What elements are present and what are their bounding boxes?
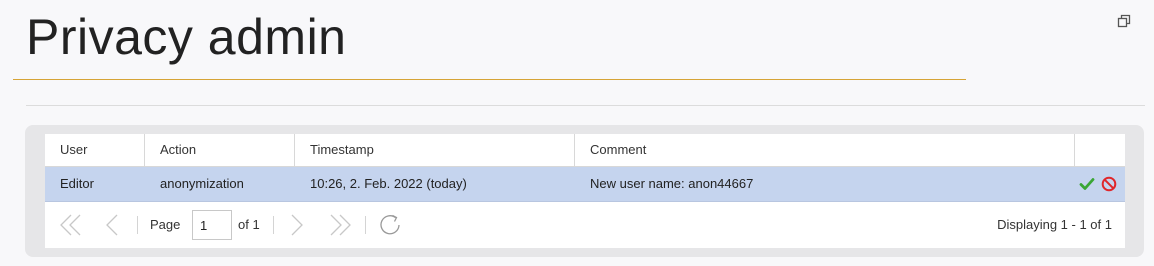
pager-separator — [137, 216, 138, 234]
page-number-input[interactable] — [192, 210, 232, 240]
cell-timestamp: 10:26, 2. Feb. 2022 (today) — [310, 176, 467, 191]
displaying-count: Displaying 1 - 1 of 1 — [997, 217, 1112, 232]
section-divider — [26, 105, 1145, 106]
first-page-icon[interactable] — [59, 214, 83, 241]
table-row[interactable]: Editor anonymization 10:26, 2. Feb. 2022… — [45, 167, 1125, 202]
last-page-icon[interactable] — [328, 214, 352, 241]
refresh-icon[interactable] — [378, 212, 404, 243]
page-total-label: of 1 — [238, 217, 260, 232]
column-header-user[interactable]: User — [45, 134, 145, 166]
column-header-action[interactable]: Action — [145, 134, 295, 166]
title-underline — [13, 79, 966, 80]
cell-comment: New user name: anon44667 — [590, 176, 754, 191]
prev-page-icon[interactable] — [104, 214, 120, 241]
pagination-toolbar: Page of 1 Displaying 1 - 1 of 1 — [45, 202, 1125, 248]
reject-ban-icon[interactable] — [1101, 176, 1117, 192]
pager-separator — [273, 216, 274, 234]
accept-check-icon[interactable] — [1079, 176, 1095, 192]
next-page-icon[interactable] — [289, 214, 305, 241]
page-label: Page — [150, 217, 181, 232]
column-header-timestamp[interactable]: Timestamp — [295, 134, 575, 166]
cell-action: anonymization — [160, 176, 244, 191]
privacy-grid: User Action Timestamp Comment Editor ano… — [45, 134, 1125, 248]
pager-separator — [365, 216, 366, 234]
row-actions — [1079, 176, 1117, 192]
page-title: Privacy admin — [26, 9, 347, 65]
cell-user: Editor — [60, 176, 94, 191]
popout-icon[interactable] — [1117, 14, 1131, 28]
column-header-actions — [1075, 134, 1125, 166]
column-header-comment[interactable]: Comment — [575, 134, 1075, 166]
grid-header: User Action Timestamp Comment — [45, 134, 1125, 167]
